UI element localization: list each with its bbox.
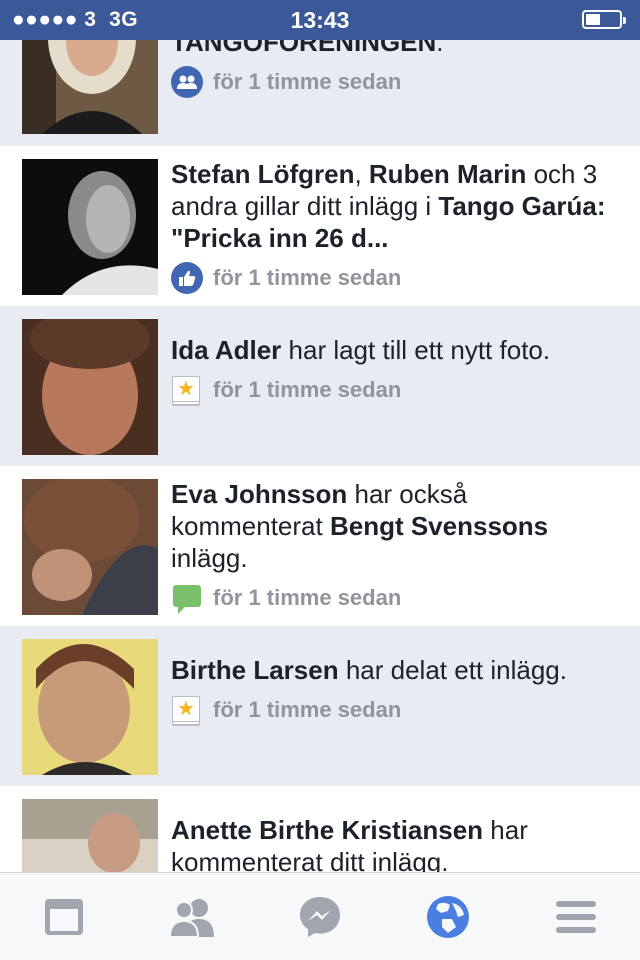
battery-icon	[582, 10, 626, 29]
star-photo-icon: ★	[171, 694, 203, 726]
messenger-icon[interactable]	[296, 893, 344, 941]
headline-segment: Anette Birthe Kristiansen	[171, 815, 484, 845]
news-feed-icon[interactable]	[40, 893, 88, 941]
notification-text: Ida Adler har lagt till ett nytt foto.	[171, 334, 622, 366]
avatar	[22, 799, 158, 872]
star-photo-icon: ★	[171, 374, 203, 406]
headline-segment: har lagt till ett nytt foto.	[281, 335, 551, 365]
headline-segment: Ruben Marin	[368, 159, 527, 189]
notification-text: Eva Johnsson har också kommenterat Bengt…	[171, 478, 622, 574]
notifications-list: Aabye Jensen har gjort ett inlägg i TANG…	[0, 0, 640, 872]
headline-segment: Tango Garúa	[438, 191, 597, 221]
headline-segment: Birthe Larsen	[171, 655, 339, 685]
comment-icon	[171, 582, 203, 614]
group-icon	[171, 66, 203, 98]
notification-item[interactable]: Ida Adler har lagt till ett nytt foto. ★…	[0, 306, 640, 466]
notification-item[interactable]: Eva Johnsson har också kommenterat Bengt…	[0, 466, 640, 626]
notification-item[interactable]: Birthe Larsen har delat ett inlägg. ★ fö…	[0, 626, 640, 786]
headline-segment: ,	[354, 159, 369, 189]
notification-text: Birthe Larsen har delat ett inlägg.	[171, 654, 622, 686]
notification-time: för 1 timme sedan	[213, 697, 402, 722]
headline-segment: inlägg.	[171, 543, 248, 573]
notification-text: Stefan Löfgren, Ruben Marin och 3 andra …	[171, 158, 622, 254]
headline-segment: Eva Johnsson	[171, 479, 348, 509]
avatar	[22, 639, 158, 775]
friends-icon[interactable]	[168, 893, 216, 941]
clock: 13:43	[290, 7, 350, 33]
notification-item[interactable]: Anette Birthe Kristiansen har kommentera…	[0, 786, 640, 872]
tab-bar	[0, 872, 640, 960]
notification-item[interactable]: Stefan Löfgren, Ruben Marin och 3 andra …	[0, 146, 640, 306]
avatar	[22, 159, 158, 295]
menu-icon[interactable]	[552, 893, 600, 941]
notification-time: för 1 timme sedan	[213, 585, 402, 610]
avatar	[22, 479, 158, 615]
headline-segment: Stefan Löfgren	[171, 159, 355, 189]
notification-time: för 1 timme sedan	[213, 377, 402, 402]
headline-segment: Ida Adler	[171, 335, 282, 365]
status-bar: ●●●●● 3 3G 13:43	[0, 0, 640, 40]
notification-time: för 1 timme sedan	[213, 265, 402, 290]
notification-text: Anette Birthe Kristiansen har kommentera…	[171, 814, 622, 872]
like-icon	[171, 262, 203, 294]
headline-segment: har delat ett inlägg.	[338, 655, 567, 685]
avatar	[22, 319, 158, 455]
notification-time: för 1 timme sedan	[213, 69, 402, 94]
notifications-globe-icon[interactable]	[424, 893, 472, 941]
headline-segment: Bengt Svenssons	[329, 511, 549, 541]
